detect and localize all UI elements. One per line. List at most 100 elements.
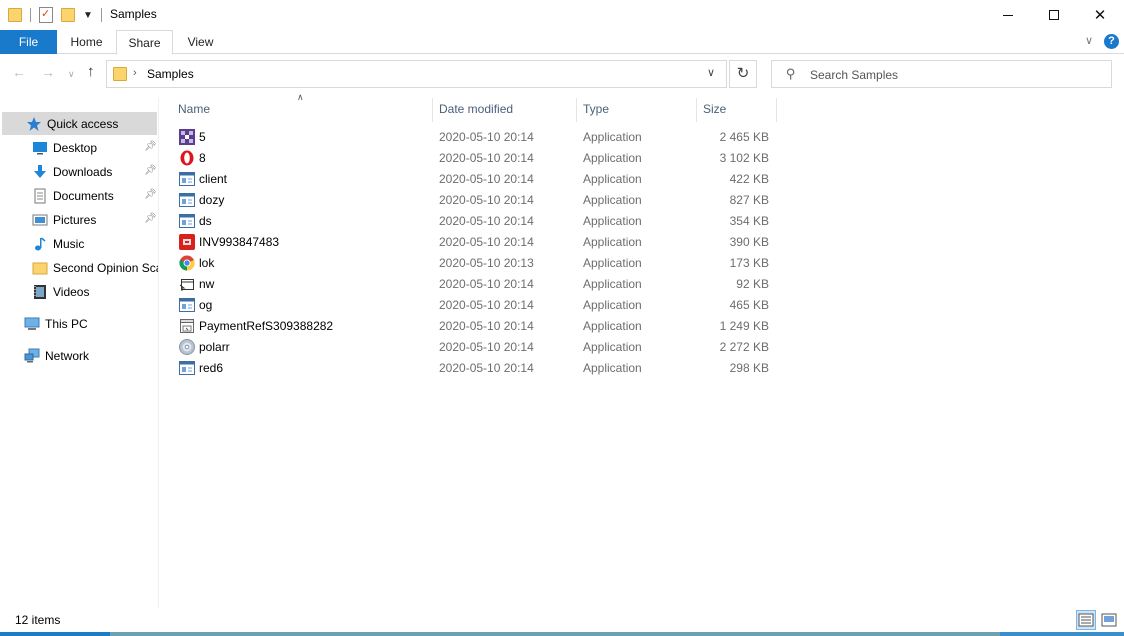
- file-size: 390 KB: [729, 235, 769, 249]
- table-row[interactable]: red6 2020-05-10 20:14 Application 298 KB: [176, 358, 776, 379]
- title-separator: [101, 8, 102, 22]
- toolbar-separator: [30, 8, 31, 22]
- forward-arrow-icon[interactable]: →: [41, 64, 55, 80]
- pane-divider[interactable]: [158, 98, 159, 608]
- nav-item-second-opinion-scanner[interactable]: Second Opinion Scanner: [32, 256, 158, 279]
- file-name: red6: [199, 361, 224, 375]
- window-title: Samples: [110, 7, 157, 21]
- maximize-icon: [1049, 10, 1059, 20]
- column-header-size[interactable]: Size: [703, 98, 726, 120]
- column-divider[interactable]: [776, 98, 777, 122]
- large-icons-view-icon: [1101, 613, 1117, 627]
- file-date: 2020-05-10 20:14: [439, 193, 534, 207]
- desktop-icon: [32, 140, 48, 156]
- details-view-icon: [1078, 613, 1094, 627]
- tab-share[interactable]: Share: [116, 30, 173, 55]
- nav-item-pictures[interactable]: Pictures: [32, 208, 158, 231]
- nav-item-videos[interactable]: Videos: [32, 280, 158, 303]
- nav-item-label: Desktop: [53, 140, 98, 155]
- column-divider[interactable]: [576, 98, 577, 122]
- pin-icon[interactable]: 📌︎: [144, 189, 157, 200]
- network-icon: [24, 348, 40, 364]
- tab-file[interactable]: File: [0, 30, 57, 54]
- nav-item-desktop[interactable]: Desktop: [32, 136, 158, 159]
- customize-toolbar-dropdown[interactable]: ▼︎: [83, 10, 93, 21]
- generic-app-icon: [179, 172, 195, 186]
- pin-icon[interactable]: 📌︎: [144, 165, 157, 176]
- file-type: Application: [583, 235, 642, 249]
- table-row[interactable]: client 2020-05-10 20:14 Application 422 …: [176, 169, 776, 190]
- expand-ribbon-icon[interactable]: ∨: [1085, 34, 1093, 47]
- table-row[interactable]: 5 2020-05-10 20:14 Application 2 465 KB: [176, 127, 776, 148]
- file-size: 465 KB: [729, 298, 769, 312]
- table-row[interactable]: PaymentRefS309388282 2020-05-10 20:14 Ap…: [176, 316, 776, 337]
- pin-icon[interactable]: 📌︎: [144, 141, 157, 152]
- column-header-name[interactable]: Name: [178, 98, 210, 120]
- file-name: polarr: [199, 340, 230, 354]
- file-name: dozy: [199, 193, 225, 207]
- nav-item-network[interactable]: Network: [24, 344, 158, 367]
- file-name: PaymentRefS309388282: [199, 319, 334, 333]
- table-row[interactable]: INV993847483 2020-05-10 20:14 Applicatio…: [176, 232, 776, 253]
- nav-item-downloads[interactable]: Downloads: [32, 160, 158, 183]
- file-type: Application: [583, 256, 642, 270]
- search-input[interactable]: [810, 66, 1100, 84]
- music-icon: [32, 236, 48, 252]
- large-icons-view-button[interactable]: [1099, 610, 1119, 630]
- nav-item-quick-access[interactable]: Quick access: [2, 112, 157, 135]
- file-type: Application: [583, 193, 642, 207]
- document-app-icon: [180, 319, 194, 333]
- column-divider[interactable]: [432, 98, 433, 122]
- pictures-icon: [32, 212, 48, 228]
- table-row[interactable]: 8 2020-05-10 20:14 Application 3 102 KB: [176, 148, 776, 169]
- title-bar: ▼︎ Samples ✕: [0, 0, 1124, 30]
- download-icon: [32, 164, 48, 180]
- generic-app-icon: [179, 361, 195, 375]
- close-icon: ✕: [1093, 7, 1107, 24]
- close-button[interactable]: ✕: [1077, 0, 1123, 30]
- file-size: 2 272 KB: [719, 340, 769, 354]
- file-size: 354 KB: [729, 214, 769, 228]
- up-arrow-icon[interactable]: ↑: [87, 63, 95, 80]
- nav-item-documents[interactable]: Documents: [32, 184, 158, 207]
- tab-home[interactable]: Home: [57, 30, 116, 54]
- table-row[interactable]: lok 2020-05-10 20:13 Application 173 KB: [176, 253, 776, 274]
- table-row[interactable]: dozy 2020-05-10 20:14 Application 827 KB: [176, 190, 776, 211]
- back-arrow-icon[interactable]: ←: [12, 64, 26, 80]
- file-name: nw: [199, 277, 215, 291]
- file-type: Application: [583, 151, 642, 165]
- file-date: 2020-05-10 20:13: [439, 256, 534, 270]
- pin-icon[interactable]: 📌︎: [144, 213, 157, 224]
- nav-item-music[interactable]: Music: [32, 232, 158, 255]
- nav-item-label: Network: [45, 348, 90, 363]
- refresh-button[interactable]: ↻: [729, 60, 757, 88]
- table-row[interactable]: og 2020-05-10 20:14 Application 465 KB: [176, 295, 776, 316]
- new-folder-icon[interactable]: [61, 8, 75, 22]
- search-box[interactable]: ⚲: [771, 60, 1112, 88]
- navigation-pane: Quick access Desktop 📌︎ Downloads 📌︎ Doc…: [0, 98, 158, 608]
- help-icon[interactable]: ?: [1104, 34, 1119, 49]
- properties-icon[interactable]: [39, 7, 53, 23]
- tab-view[interactable]: View: [173, 30, 228, 54]
- nav-item-this-pc[interactable]: This PC: [24, 312, 158, 335]
- ribbon: File Home Share View ∨ ?: [0, 30, 1124, 55]
- column-header-date-modified[interactable]: Date modified: [439, 98, 513, 120]
- breadcrumb-samples[interactable]: Samples: [147, 67, 194, 81]
- maximize-button[interactable]: [1031, 0, 1077, 30]
- file-size: 92 KB: [736, 277, 769, 291]
- details-view-button[interactable]: [1076, 610, 1096, 630]
- folder-icon[interactable]: [8, 8, 22, 22]
- recent-locations-chevron-icon[interactable]: ∨: [68, 69, 75, 80]
- file-size: 1 249 KB: [719, 319, 769, 333]
- table-row[interactable]: polarr 2020-05-10 20:14 Application 2 27…: [176, 337, 776, 358]
- breadcrumb-chevron-icon[interactable]: ›: [133, 67, 137, 79]
- table-row[interactable]: ds 2020-05-10 20:14 Application 354 KB: [176, 211, 776, 232]
- minimize-button[interactable]: [985, 0, 1031, 30]
- address-dropdown-icon[interactable]: ∨: [707, 66, 715, 79]
- file-date: 2020-05-10 20:14: [439, 235, 534, 249]
- table-row[interactable]: nw 2020-05-10 20:14 Application 92 KB: [176, 274, 776, 295]
- address-bar[interactable]: › Samples ∨: [106, 60, 727, 88]
- column-header-type[interactable]: Type: [583, 98, 609, 120]
- refresh-icon: ↻: [736, 65, 750, 82]
- column-divider[interactable]: [696, 98, 697, 122]
